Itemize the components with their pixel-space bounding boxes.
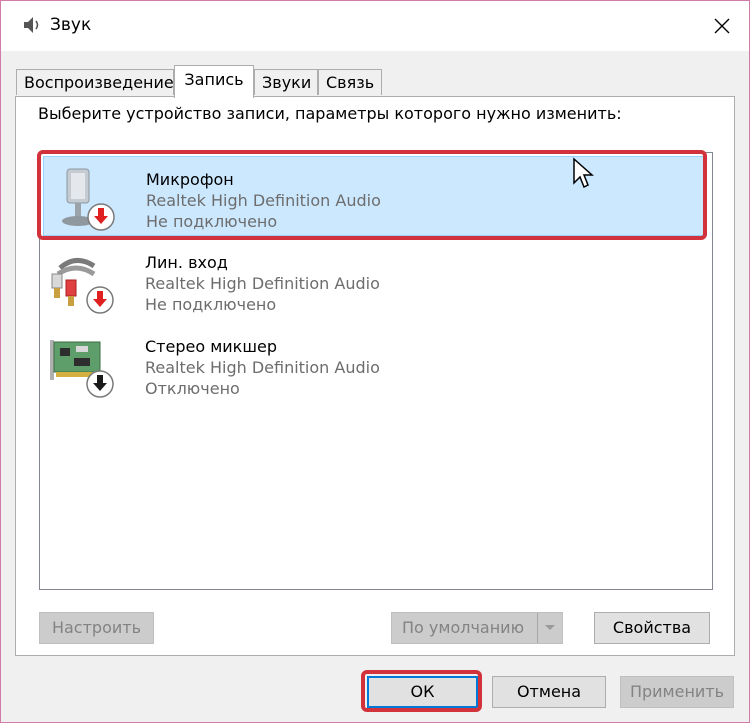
device-item-microphone[interactable]: Микрофон Realtek High Definition Audio Н… [43, 156, 707, 236]
tab-recording[interactable]: Запись [174, 65, 254, 98]
device-driver: Realtek High Definition Audio [145, 274, 380, 293]
mouse-cursor-icon [573, 157, 594, 189]
tab-communications[interactable]: Связь [318, 69, 382, 95]
device-driver: Realtek High Definition Audio [145, 358, 380, 377]
title-bar[interactable]: Звук [1, 1, 749, 51]
cancel-button[interactable]: Отмена [492, 676, 606, 708]
set-default-split-button[interactable]: По умолчанию [391, 612, 563, 644]
close-button[interactable] [705, 9, 739, 43]
speaker-icon [24, 17, 39, 33]
properties-button[interactable]: Свойства [594, 612, 710, 644]
device-driver: Realtek High Definition Audio [146, 191, 381, 210]
sound-dialog: Звук Воспроизведение Запись Звуки Связь … [0, 0, 750, 723]
device-status: Отключено [145, 379, 240, 398]
device-name: Стерео микшер [145, 337, 277, 356]
line-in-cable-icon [51, 258, 114, 314]
device-status: Не подключено [145, 295, 277, 314]
configure-button[interactable]: Настроить [39, 612, 154, 644]
ok-annotation-frame [361, 670, 482, 712]
close-icon [714, 18, 730, 34]
set-default-dropdown[interactable] [537, 613, 562, 643]
device-name: Микрофон [146, 170, 234, 189]
window-title: Звук [50, 15, 92, 35]
microphone-icon [62, 168, 115, 231]
instruction-text: Выберите устройство записи, параметры ко… [38, 104, 622, 123]
recording-device-list[interactable]: Микрофон Realtek High Definition Audio Н… [39, 152, 713, 590]
tab-sounds[interactable]: Звуки [254, 69, 318, 95]
device-item-line-in[interactable]: Лин. вход Realtek High Definition Audio … [43, 240, 707, 320]
chevron-down-icon [545, 625, 555, 630]
device-name: Лин. вход [145, 253, 228, 272]
tab-playback[interactable]: Воспроизведение [16, 69, 174, 95]
recording-tab-panel: Выберите устройство записи, параметры ко… [15, 96, 735, 656]
sound-card-icon [50, 340, 114, 398]
apply-button[interactable]: Применить [620, 676, 734, 708]
device-status: Не подключено [146, 212, 278, 231]
set-default-label: По умолчанию [402, 618, 525, 637]
device-item-stereo-mix[interactable]: Стерео микшер Realtek High Definition Au… [43, 324, 707, 404]
